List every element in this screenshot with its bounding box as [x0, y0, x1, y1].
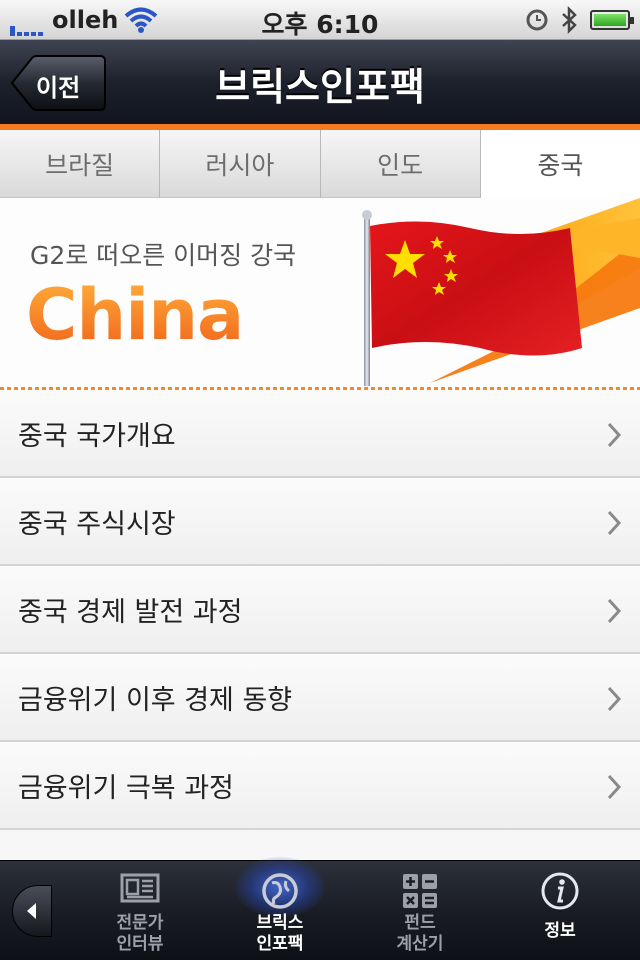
page-title: 브릭스인포팩	[215, 65, 425, 109]
tabbar-item-fund-calculator[interactable]: 펀드 계산기	[350, 861, 490, 960]
tab-china[interactable]: 중국	[480, 130, 640, 198]
chevron-right-icon	[606, 510, 622, 540]
info-icon	[540, 871, 580, 915]
tab-brazil[interactable]: 브라질	[0, 130, 161, 198]
tabbar-item-label: 브릭스 인포팩	[256, 913, 304, 954]
tabbar-item-label: 펀드 계산기	[396, 913, 444, 954]
list-item-label: 금융위기 이후 경제 동향	[18, 684, 293, 716]
battery-icon	[590, 10, 634, 30]
globe-icon	[260, 871, 300, 915]
calculator-icon	[400, 871, 440, 915]
list-item-post-crisis-trends[interactable]: 금융위기 이후 경제 동향	[0, 654, 640, 742]
list-item-label: 중국 국가개요	[18, 420, 176, 452]
topic-list: 중국 국가개요 중국 주식시장 중국 경제 발전 과정 금융위기 이후 경제 동…	[0, 390, 640, 860]
list-item-label: 금융위기 극복 과정	[18, 772, 234, 804]
tabbar-item-label: 정보	[544, 921, 576, 941]
tabbar-scroll-button[interactable]	[12, 885, 52, 937]
china-flag-icon	[350, 198, 640, 390]
tab-russia[interactable]: 러시아	[160, 130, 321, 198]
chevron-right-icon	[606, 686, 622, 716]
list-item-label: 중국 경제 발전 과정	[18, 596, 243, 628]
chevron-right-icon	[606, 422, 622, 452]
list-item-country-overview[interactable]: 중국 국가개요	[0, 390, 640, 478]
list-item-stock-market[interactable]: 중국 주식시장	[0, 478, 640, 566]
banner-title: China	[26, 274, 244, 356]
list-item-label: 중국 주식시장	[18, 508, 176, 540]
newspaper-icon	[120, 871, 160, 911]
tabbar-item-expert-interview[interactable]: 전문가 인터뷰	[70, 861, 210, 960]
tab-bar: 전문가 인터뷰 브릭스 인포팩 펀드 계산기 정보	[0, 857, 640, 960]
tabbar-item-label: 전문가 인터뷰	[116, 913, 164, 954]
chevron-right-icon	[606, 774, 622, 804]
tabbar-item-brics-infopack[interactable]: 브릭스 인포팩	[210, 857, 350, 960]
alarm-clock-icon	[526, 9, 548, 35]
chevron-left-icon	[27, 903, 36, 919]
list-item-crisis-recovery[interactable]: 금융위기 극복 과정	[0, 742, 640, 830]
list-footer-space	[0, 830, 640, 860]
banner-subtitle: G2로 떠오른 이머징 강국	[30, 241, 297, 270]
country-tabs: 브라질 러시아 인도 중국	[0, 130, 640, 198]
bluetooth-icon	[560, 5, 578, 39]
tabbar-item-info[interactable]: 정보	[490, 861, 630, 960]
list-item-economic-development[interactable]: 중국 경제 발전 과정	[0, 566, 640, 654]
tab-india[interactable]: 인도	[320, 130, 481, 198]
status-bar: olleh 오후 6:10	[0, 0, 640, 40]
chevron-right-icon	[606, 598, 622, 628]
country-banner: G2로 떠오른 이머징 강국 China	[0, 198, 640, 390]
